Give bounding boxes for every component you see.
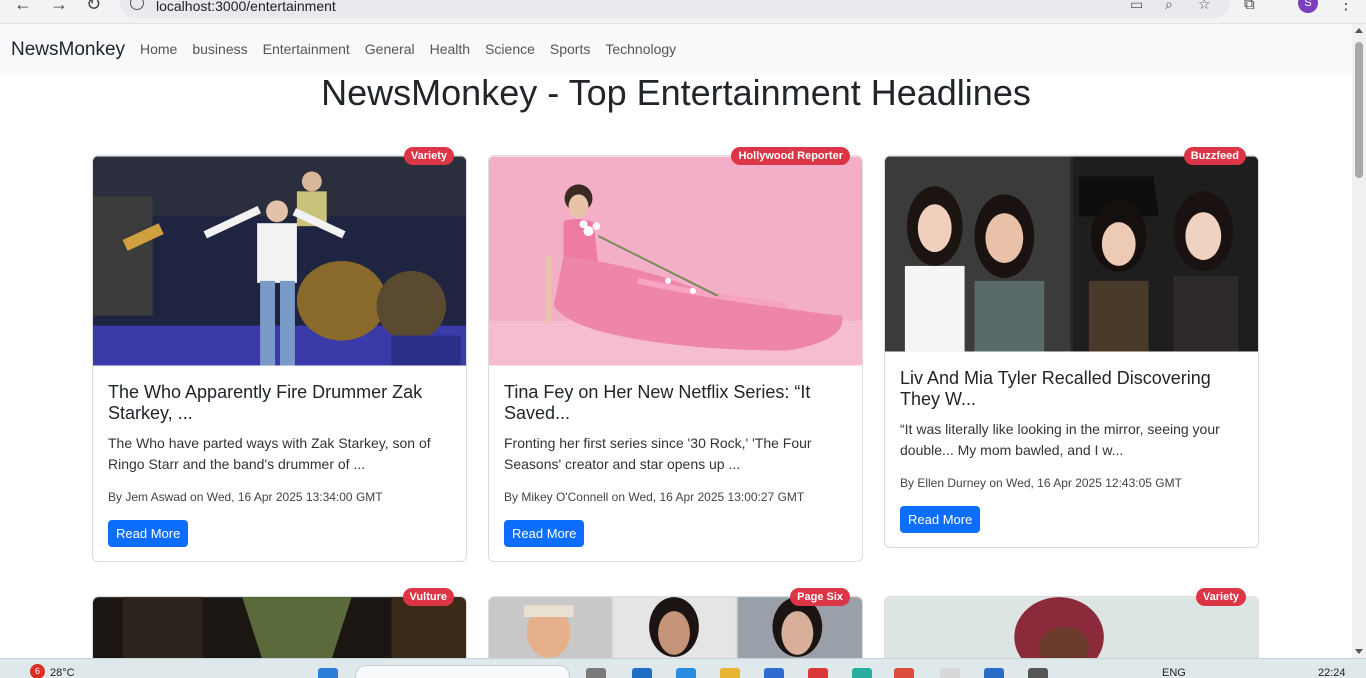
taskbar-search[interactable] <box>355 665 570 678</box>
task-view-icon[interactable] <box>586 668 606 678</box>
brand-logo[interactable]: NewsMonkey <box>11 39 125 61</box>
nav-entertainment[interactable]: Entertainment <box>263 41 350 57</box>
news-image <box>885 597 1258 659</box>
extensions-icon[interactable]: ⧉ <box>1244 0 1255 13</box>
cast-icon[interactable]: ▭ <box>1130 0 1143 13</box>
card-author-date: By Mikey O'Connell on Wed, 16 Apr 2025 1… <box>504 490 805 504</box>
nav-general[interactable]: General <box>365 41 415 57</box>
news-image <box>885 156 1258 352</box>
clock-time[interactable]: 22:24 <box>1318 667 1346 678</box>
card-author-date: By Ellen Durney on Wed, 16 Apr 2025 12:4… <box>900 476 1182 490</box>
news-card: Buzzfeed Liv And Mia Tyler Recalled Disc… <box>884 147 1259 548</box>
page-title: NewsMonkey - Top Entertainment Headlines <box>321 72 1031 113</box>
edge-icon[interactable] <box>852 668 872 678</box>
nav-technology[interactable]: Technology <box>605 41 676 57</box>
language-indicator[interactable]: ENG <box>1162 667 1186 678</box>
store-icon[interactable] <box>764 668 784 678</box>
site-info-icon[interactable] <box>130 0 144 10</box>
menu-kebab-icon[interactable]: ⋮ <box>1338 0 1354 14</box>
page-scrollbar[interactable] <box>1352 24 1366 658</box>
card-description: The Who have parted ways with Zak Starke… <box>108 435 431 472</box>
navbar: NewsMonkey Home business Entertainment G… <box>0 24 1352 75</box>
source-badge: Variety <box>403 147 454 165</box>
document-icon[interactable] <box>940 668 960 678</box>
card-body: The Who Apparently Fire Drummer Zak Star… <box>93 366 466 561</box>
read-more-button[interactable]: Read More <box>108 520 189 547</box>
card-description: Fronting her first series since '30 Rock… <box>504 435 812 472</box>
nav-health[interactable]: Health <box>430 41 470 57</box>
forward-icon[interactable]: → <box>50 0 68 15</box>
file-explorer-icon[interactable] <box>720 668 740 678</box>
weather-temperature[interactable]: 28°C <box>50 667 75 678</box>
source-badge: Hollywood Reporter <box>731 147 850 165</box>
scroll-up-arrow-icon[interactable] <box>1355 28 1363 33</box>
briefcase-icon[interactable] <box>984 668 1004 678</box>
url-text[interactable]: localhost:3000/entertainment <box>156 0 336 14</box>
bookmark-star-icon[interactable]: ☆ <box>1198 0 1211 13</box>
card-title: Liv And Mia Tyler Recalled Discovering T… <box>900 368 1211 409</box>
reload-icon[interactable]: ↻ <box>86 0 101 15</box>
scroll-down-arrow-icon[interactable] <box>1355 649 1363 654</box>
back-icon[interactable]: ← <box>14 0 32 15</box>
news-image <box>489 156 862 366</box>
app-icon[interactable] <box>808 668 828 678</box>
terminal-icon[interactable] <box>1028 668 1048 678</box>
vscode-icon[interactable] <box>676 668 696 678</box>
source-badge: Vulture <box>402 588 454 606</box>
source-badge: Variety <box>1195 588 1246 606</box>
nav-sports[interactable]: Sports <box>550 41 590 57</box>
read-more-button[interactable]: Read More <box>504 520 585 547</box>
windows-start-icon[interactable] <box>318 668 338 678</box>
card-body: Liv And Mia Tyler Recalled Discovering T… <box>885 352 1258 547</box>
mail-app-icon[interactable] <box>632 668 652 678</box>
nav-science[interactable]: Science <box>485 41 535 57</box>
nav-links: Home business Entertainment General Heal… <box>140 41 676 57</box>
browser-toolbar: ← → ↻ localhost:3000/entertainment ▭ ⌕ ☆… <box>0 0 1366 24</box>
chrome-icon[interactable] <box>894 668 914 678</box>
profile-avatar[interactable]: S <box>1298 0 1318 13</box>
read-more-button[interactable]: Read More <box>900 506 981 533</box>
card-author-date: By Jem Aswad on Wed, 16 Apr 2025 13:34:0… <box>108 490 383 504</box>
os-taskbar: 6 28°C ENG 22:24 <box>0 658 1366 678</box>
address-bar[interactable]: localhost:3000/entertainment ▭ ⌕ ☆ <box>120 0 1230 18</box>
nav-home[interactable]: Home <box>140 41 177 57</box>
card-body: Tina Fey on Her New Netflix Series: “It … <box>489 366 862 561</box>
news-image <box>93 597 466 659</box>
scroll-thumb[interactable] <box>1355 42 1363 178</box>
news-card: Variety The Who Apparently Fire Drummer … <box>92 147 467 562</box>
news-image <box>93 156 466 366</box>
source-badge: Page Six <box>790 588 850 606</box>
card-description: “It was literally like looking in the mi… <box>900 421 1220 458</box>
nav-business[interactable]: business <box>192 41 247 57</box>
news-image <box>489 597 862 659</box>
zoom-icon[interactable]: ⌕ <box>1165 0 1173 13</box>
source-badge: Buzzfeed <box>1183 147 1246 165</box>
card-title: Tina Fey on Her New Netflix Series: “It … <box>504 382 811 423</box>
news-card: Hollywood Reporter Tina Fey on Her New N… <box>488 147 863 562</box>
notification-count-badge: 6 <box>30 664 45 678</box>
card-title: The Who Apparently Fire Drummer Zak Star… <box>108 382 423 423</box>
